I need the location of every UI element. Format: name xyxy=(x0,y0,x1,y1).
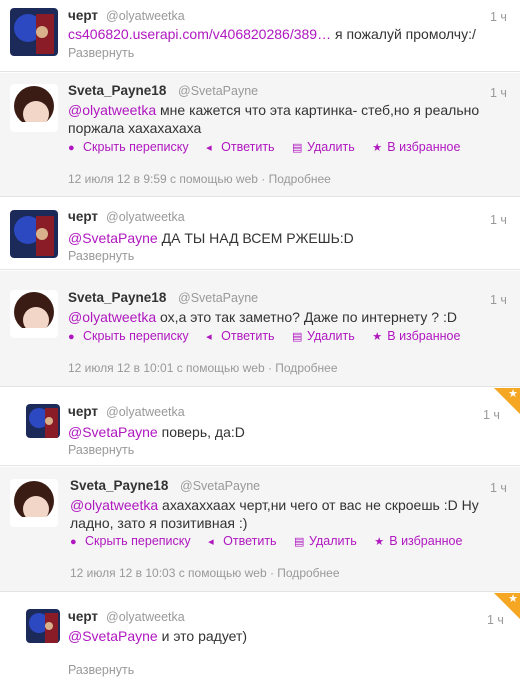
tweet-link[interactable]: cs406820.userapi.com/v406820286/389… xyxy=(68,26,331,42)
star-icon: ★ xyxy=(372,331,383,343)
expand-link[interactable]: Развернуть xyxy=(68,46,134,60)
expand-link[interactable]: Развернуть xyxy=(68,663,134,677)
tweet-time[interactable]: 1 ч xyxy=(490,213,507,227)
tweet-text: @olyatweetka мне кажется что эта картинк… xyxy=(68,102,480,136)
reply-button[interactable]: ◂ Ответить xyxy=(206,140,274,154)
tweet-meta[interactable]: 12 июля 12 в 10:01 с помощью web · Подро… xyxy=(68,361,338,375)
author-name[interactable]: черт xyxy=(68,609,98,624)
trash-icon: ▤ xyxy=(292,142,303,154)
avatar[interactable] xyxy=(10,84,58,132)
tweet-text: @SvetaPayne и это радует) xyxy=(68,628,248,644)
star-icon: ★ xyxy=(508,388,518,400)
star-icon: ★ xyxy=(508,593,518,605)
tweet[interactable]: Sveta_Payne18 @SvetaPayne 1 ч @olyatweet… xyxy=(0,271,520,387)
mention-link[interactable]: @SvetaPayne xyxy=(68,424,158,440)
author-handle[interactable]: @SvetaPayne xyxy=(180,479,260,493)
tweet-time[interactable]: 1 ч xyxy=(487,613,504,627)
mention-link[interactable]: @olyatweetka xyxy=(70,497,158,513)
author-handle[interactable]: @olyatweetka xyxy=(106,405,185,419)
reply-arrow-icon: ◂ xyxy=(206,331,212,343)
speech-bubble-icon: ● xyxy=(68,142,75,154)
delete-button[interactable]: ▤ Удалить xyxy=(294,534,357,548)
hide-conversation-button[interactable]: ● Скрыть переписку xyxy=(70,534,191,548)
author-name[interactable]: черт xyxy=(68,404,98,419)
author-handle[interactable]: @olyatweetka xyxy=(106,610,185,624)
reply-arrow-icon: ◂ xyxy=(208,536,214,548)
author-name[interactable]: Sveta_Payne18 xyxy=(68,83,166,98)
tweet[interactable]: ★ черт @olyatweetka 1 ч @SvetaPayne пове… xyxy=(0,388,520,466)
tweet[interactable]: Sveta_Payne18 @SvetaPayne 1 ч @olyatweet… xyxy=(0,73,520,197)
avatar[interactable] xyxy=(10,210,58,258)
speech-bubble-icon: ● xyxy=(70,536,77,548)
trash-icon: ▤ xyxy=(292,331,303,343)
tweet-text: @SvetaPayne поверь, да:D xyxy=(68,424,245,440)
hide-conversation-button[interactable]: ● Скрыть переписку xyxy=(68,140,189,154)
tweet-meta[interactable]: 12 июля 12 в 10:03 с помощью web · Подро… xyxy=(70,566,340,580)
avatar[interactable] xyxy=(10,290,58,338)
tweet-text: @olyatweetka ахахаххаах черт,ни чего от … xyxy=(70,497,479,531)
expand-link[interactable]: Развернуть xyxy=(68,443,134,457)
star-icon: ★ xyxy=(374,536,385,548)
favorite-button[interactable]: ★ В избранное xyxy=(372,329,460,343)
tweet-text: cs406820.userapi.com/v406820286/389… я п… xyxy=(68,26,476,42)
hide-conversation-button[interactable]: ● Скрыть переписку xyxy=(68,329,189,343)
delete-button[interactable]: ▤ Удалить xyxy=(292,329,355,343)
tweet-actions: ● Скрыть переписку ◂ Ответить ▤ Удалить ★ В … xyxy=(68,329,474,343)
reply-button[interactable]: ◂ Ответить xyxy=(206,329,274,343)
tweet-time[interactable]: 1 ч xyxy=(483,408,500,422)
author-name[interactable]: Sveta_Payne18 xyxy=(70,478,168,493)
tweet-text: @olyatweetka ох,а это так заметно? Даже … xyxy=(68,309,457,325)
mention-link[interactable]: @olyatweetka xyxy=(68,102,156,118)
tweet[interactable]: черт @olyatweetka 1 ч @SvetaPayne ДА ТЫ … xyxy=(0,198,520,270)
tweet-time[interactable]: 1 ч xyxy=(490,293,507,307)
avatar[interactable] xyxy=(10,479,58,527)
tweet-meta[interactable]: 12 июля 12 в 9:59 с помощью web · Подроб… xyxy=(68,172,331,186)
speech-bubble-icon: ● xyxy=(68,331,75,343)
favorite-button[interactable]: ★ В избранное xyxy=(372,140,460,154)
author-name[interactable]: черт xyxy=(68,209,98,224)
tweet-time[interactable]: 1 ч xyxy=(490,10,507,24)
reply-button[interactable]: ◂ Ответить xyxy=(208,534,276,548)
expand-link[interactable]: Развернуть xyxy=(68,249,134,263)
author-handle[interactable]: @SvetaPayne xyxy=(178,291,258,305)
tweet[interactable]: ★ черт @olyatweetka 1 ч @SvetaPayne и эт… xyxy=(0,593,520,689)
trash-icon: ▤ xyxy=(294,536,305,548)
mention-link[interactable]: @SvetaPayne xyxy=(68,628,158,644)
author-handle[interactable]: @SvetaPayne xyxy=(178,84,258,98)
star-icon: ★ xyxy=(372,142,383,154)
avatar[interactable] xyxy=(26,609,60,643)
mention-link[interactable]: @olyatweetka xyxy=(68,309,156,325)
author-handle[interactable]: @olyatweetka xyxy=(106,210,185,224)
avatar[interactable] xyxy=(26,404,60,438)
tweet-text: @SvetaPayne ДА ТЫ НАД ВСЕМ РЖЕШЬ:D xyxy=(68,230,354,246)
avatar[interactable] xyxy=(10,8,58,56)
mention-link[interactable]: @SvetaPayne xyxy=(68,230,158,246)
tweet-time[interactable]: 1 ч xyxy=(490,86,507,100)
author-name[interactable]: Sveta_Payne18 xyxy=(68,290,166,305)
favorite-button[interactable]: ★ В избранное xyxy=(374,534,462,548)
reply-arrow-icon: ◂ xyxy=(206,142,212,154)
tweet[interactable]: Sveta_Payne18 @SvetaPayne 1 ч @olyatweet… xyxy=(0,467,520,592)
tweet-actions: ● Скрыть переписку ◂ Ответить ▤ Удалить ★ В … xyxy=(68,140,474,154)
tweet[interactable]: черт @olyatweetka 1 ч cs406820.userapi.c… xyxy=(0,0,520,72)
author-name[interactable]: черт xyxy=(68,8,98,23)
author-handle[interactable]: @olyatweetka xyxy=(106,9,185,23)
delete-button[interactable]: ▤ Удалить xyxy=(292,140,355,154)
tweet-actions: ● Скрыть переписку ◂ Ответить ▤ Удалить ★ В … xyxy=(70,534,476,548)
tweet-time[interactable]: 1 ч xyxy=(490,481,507,495)
